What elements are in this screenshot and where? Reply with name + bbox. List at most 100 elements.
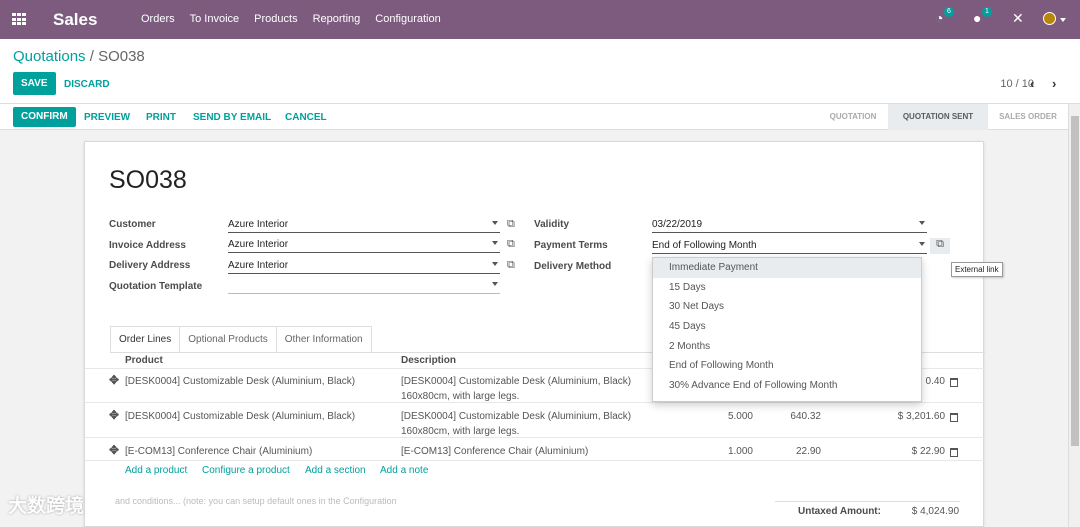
column-description-header[interactable]: Description [401, 355, 456, 366]
tab-optional-products[interactable]: Optional Products [179, 326, 277, 352]
watermark-logo: 大数跨境 [8, 496, 85, 517]
debug-tools-icon[interactable]: ✕ [1012, 10, 1024, 27]
quotation-template-label: Quotation Template [109, 281, 203, 292]
discard-button[interactable]: DISCARD [64, 79, 110, 90]
scrollbar-thumb[interactable] [1071, 116, 1079, 446]
invoice-address-label: Invoice Address [109, 240, 186, 251]
tab-order-lines[interactable]: Order Lines [110, 326, 181, 352]
line-product[interactable]: [E-COM13] Conference Chair (Aluminium) [125, 444, 312, 459]
add-product-link[interactable]: Add a product [125, 465, 187, 476]
print-button[interactable]: PRINT [146, 112, 176, 123]
app-brand[interactable]: Sales [53, 10, 97, 30]
option-2-months[interactable]: 2 Months [653, 337, 921, 357]
validity-field[interactable]: 03/22/2019 [652, 218, 927, 233]
line-subtotal: 0.40 [925, 376, 945, 387]
trash-icon[interactable] [950, 448, 958, 457]
delivery-dropdown-icon[interactable] [492, 262, 498, 266]
invoice-address-field[interactable]: Azure Interior [228, 238, 500, 253]
cancel-button[interactable]: CANCEL [285, 112, 327, 123]
control-panel: Quotations / SO038 SAVE DISCARD 10 / 10 … [0, 39, 1080, 104]
activity-icon[interactable]: ◔ 6 [935, 7, 954, 26]
quotation-template-field[interactable] [228, 279, 500, 294]
user-avatar[interactable] [1043, 12, 1056, 25]
option-immediate-payment[interactable]: Immediate Payment [653, 258, 921, 278]
line-quantity[interactable]: 5.000 [713, 409, 753, 424]
page-scrollbar[interactable] [1068, 104, 1080, 527]
invoice-dropdown-icon[interactable] [492, 241, 498, 245]
menu-products[interactable]: Products [254, 13, 297, 25]
user-menu-chevron-icon[interactable] [1060, 18, 1066, 22]
line-description[interactable]: [DESK0004] Customizable Desk (Aluminium,… [401, 409, 631, 424]
column-product-header[interactable]: Product [125, 355, 163, 366]
payment-terms-label: Payment Terms [534, 240, 608, 251]
messages-badge: 1 [982, 7, 992, 17]
menu-orders[interactable]: Orders [141, 13, 175, 25]
payment-terms-dropdown-icon[interactable] [919, 242, 925, 246]
customer-external-link-icon[interactable]: ⧉ [507, 218, 515, 231]
configure-product-link[interactable]: Configure a product [202, 465, 290, 476]
delivery-external-link-icon[interactable]: ⧉ [507, 259, 515, 272]
add-section-link[interactable]: Add a section [305, 465, 366, 476]
form-statusbar: CONFIRM PREVIEW PRINT SEND BY EMAIL CANC… [0, 104, 1068, 130]
add-note-link[interactable]: Add a note [380, 465, 428, 476]
save-button[interactable]: SAVE [13, 72, 56, 95]
breadcrumb: Quotations / SO038 [13, 48, 145, 65]
payment-terms-external-link-icon[interactable]: ⧉ [930, 238, 950, 254]
confirm-button[interactable]: CONFIRM [13, 107, 76, 127]
pager-value[interactable]: 10 / 10 [1000, 78, 1034, 90]
invoice-external-link-icon[interactable]: ⧉ [507, 238, 515, 251]
line-description-detail[interactable]: 160x80cm, with large legs. [401, 424, 519, 439]
totals-divider [775, 501, 960, 502]
drag-handle-icon[interactable]: ✥ [109, 408, 119, 422]
customer-field[interactable]: Azure Interior [228, 218, 500, 233]
notebook-tabs: Order Lines Optional Products Other Info… [110, 326, 372, 352]
option-15-days[interactable]: 15 Days [653, 278, 921, 298]
external-link-tooltip: External link [951, 262, 1003, 277]
breadcrumb-quotations[interactable]: Quotations [13, 48, 86, 65]
drag-handle-icon[interactable]: ✥ [109, 373, 119, 387]
trash-icon[interactable] [950, 413, 958, 422]
drag-handle-icon[interactable]: ✥ [109, 443, 119, 457]
tab-other-information[interactable]: Other Information [275, 326, 372, 352]
line-description[interactable]: [E-COM13] Conference Chair (Aluminium) [401, 444, 588, 459]
untaxed-amount-label: Untaxed Amount: [798, 506, 881, 517]
line-product[interactable]: [DESK0004] Customizable Desk (Aluminium,… [125, 374, 355, 389]
send-by-email-button[interactable]: SEND BY EMAIL [193, 112, 271, 123]
pager-next-icon[interactable]: › [1052, 76, 1056, 91]
delivery-address-value: Azure Interior [228, 260, 289, 271]
messages-icon[interactable]: ● 1 [973, 7, 992, 26]
validity-dropdown-icon[interactable] [919, 221, 925, 225]
customer-dropdown-icon[interactable] [492, 221, 498, 225]
template-dropdown-icon[interactable] [492, 282, 498, 286]
main-menu: Orders To Invoice Products Reporting Con… [141, 13, 456, 25]
validity-label: Validity [534, 219, 570, 230]
preview-button[interactable]: PREVIEW [84, 112, 130, 123]
stage-sales-order[interactable]: SALES ORDER [988, 104, 1068, 130]
option-30-advance[interactable]: 30% Advance End of Following Month [653, 376, 921, 396]
delivery-address-field[interactable]: Azure Interior [228, 259, 500, 274]
top-navbar: Sales Orders To Invoice Products Reporti… [0, 0, 1080, 39]
stage-quotation-sent[interactable]: QUOTATION SENT [888, 104, 988, 130]
customer-label: Customer [109, 219, 156, 230]
line-product[interactable]: [DESK0004] Customizable Desk (Aluminium,… [125, 409, 355, 424]
apps-grid-icon[interactable] [12, 13, 26, 26]
trash-icon[interactable] [950, 378, 958, 387]
stage-quotation[interactable]: QUOTATION [818, 104, 888, 130]
line-unit-price[interactable]: 22.90 [775, 444, 821, 459]
breadcrumb-current: SO038 [98, 48, 145, 65]
terms-notes-field[interactable]: and conditions... (note: you can setup d… [115, 496, 397, 506]
option-end-of-following-month[interactable]: End of Following Month [653, 356, 921, 376]
option-45-days[interactable]: 45 Days [653, 317, 921, 337]
pager-prev-icon[interactable]: ‹ [1030, 76, 1034, 91]
line-description-detail[interactable]: 160x80cm, with large legs. [401, 389, 519, 404]
menu-configuration[interactable]: Configuration [375, 13, 440, 25]
line-unit-price[interactable]: 640.32 [775, 409, 821, 424]
menu-to-invoice[interactable]: To Invoice [190, 13, 240, 25]
option-30-net-days[interactable]: 30 Net Days [653, 297, 921, 317]
customer-value: Azure Interior [228, 219, 289, 230]
payment-terms-field[interactable]: End of Following Month [652, 239, 927, 254]
line-description[interactable]: [DESK0004] Customizable Desk (Aluminium,… [401, 374, 631, 389]
delivery-method-label: Delivery Method [534, 261, 612, 272]
menu-reporting[interactable]: Reporting [313, 13, 361, 25]
line-quantity[interactable]: 1.000 [713, 444, 753, 459]
